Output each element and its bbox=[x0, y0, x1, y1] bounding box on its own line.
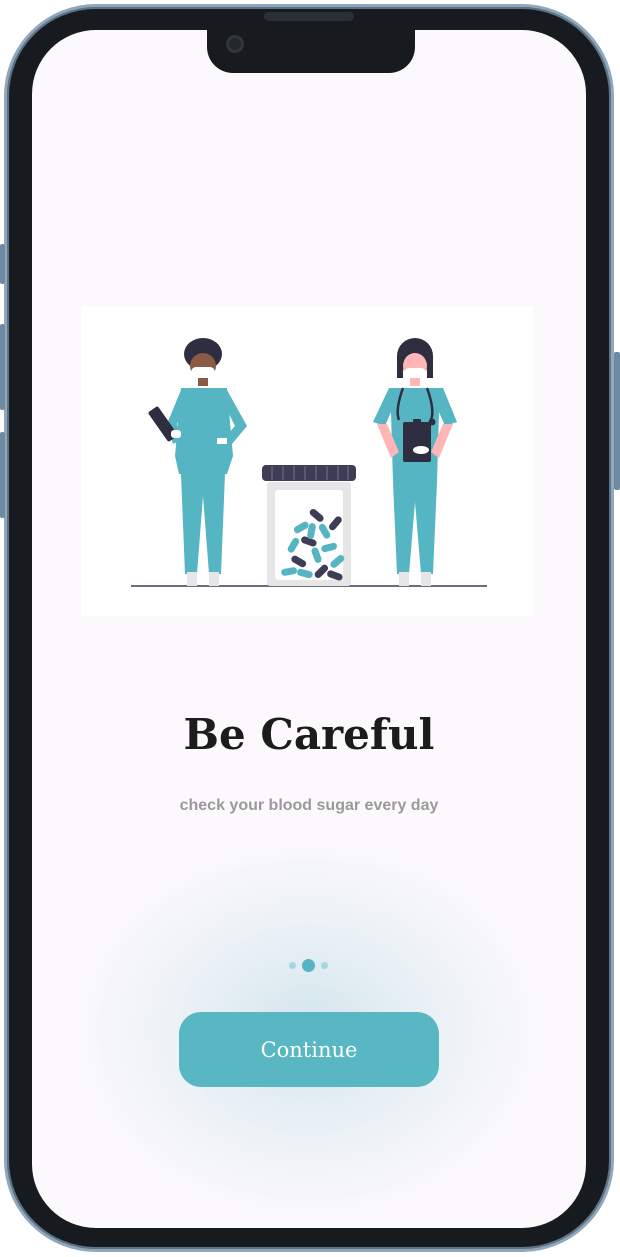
page-indicator bbox=[289, 958, 329, 972]
app-screen: Be Careful check your blood sugar every … bbox=[32, 30, 586, 1228]
front-camera-icon bbox=[226, 35, 244, 53]
right-doctor-figure bbox=[373, 338, 457, 586]
continue-button[interactable]: Continue bbox=[179, 1012, 439, 1087]
page-dot-2[interactable] bbox=[302, 959, 315, 972]
page-title: Be Careful bbox=[183, 710, 435, 759]
pill-jar bbox=[262, 465, 356, 586]
mute-switch bbox=[0, 244, 5, 284]
page-dot-3[interactable] bbox=[321, 962, 328, 969]
speaker-grille bbox=[264, 12, 354, 21]
page-subtitle: check your blood sugar every day bbox=[179, 797, 439, 814]
power-button bbox=[614, 352, 620, 490]
doctors-illustration bbox=[81, 306, 533, 616]
page-dot-1[interactable] bbox=[289, 962, 296, 969]
volume-down-button bbox=[0, 432, 5, 518]
volume-up-button bbox=[0, 324, 5, 410]
left-doctor-figure bbox=[148, 338, 247, 586]
